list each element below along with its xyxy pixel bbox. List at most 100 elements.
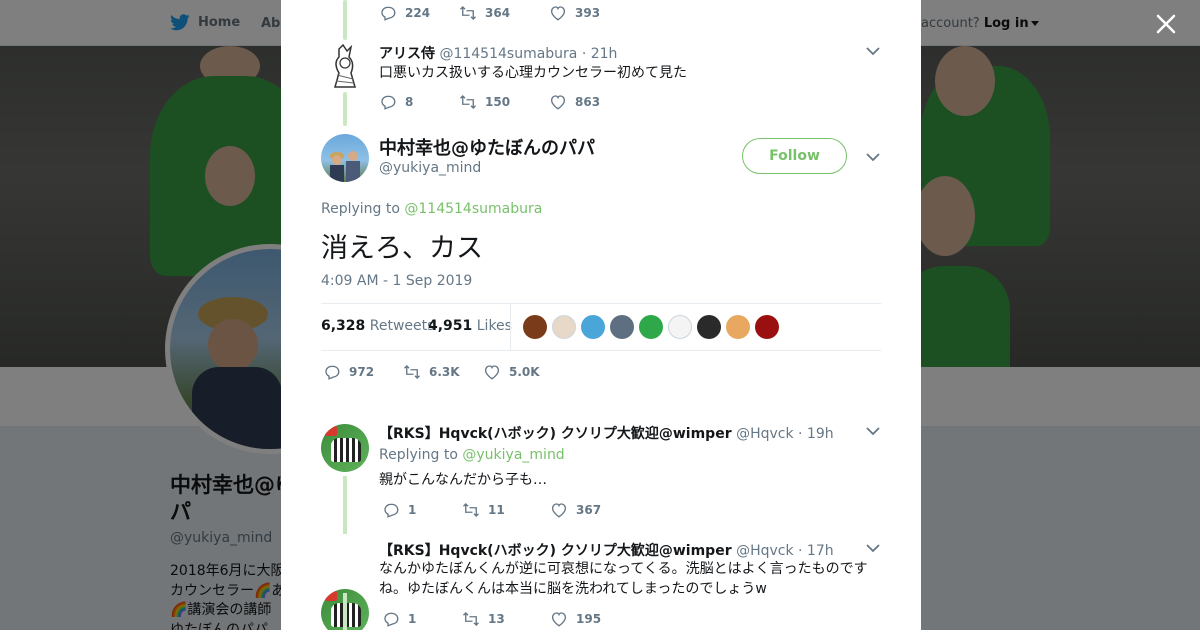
reply-button[interactable]: 224 (379, 4, 459, 22)
retweet-icon (463, 612, 479, 626)
retweet-count: 11 (488, 503, 505, 517)
thread-connector (343, 593, 347, 630)
heart-icon (550, 95, 566, 110)
anime-character-avatar (334, 43, 356, 88)
like-count: 367 (576, 503, 602, 517)
liker-avatar[interactable] (755, 315, 779, 339)
tweet-time[interactable]: · 17h (798, 543, 834, 559)
retweet-icon (463, 503, 479, 517)
author-name[interactable]: アリス侍 (379, 46, 435, 62)
like-count: 393 (575, 6, 601, 20)
parent-tweet-actions: 224 364 393 (379, 4, 600, 22)
reply-button[interactable]: 1 (382, 501, 462, 519)
chevron-down-icon[interactable] (866, 153, 880, 162)
retweet-icon (404, 365, 420, 379)
reply-count: 972 (349, 365, 375, 379)
main-author-name[interactable]: 中村幸也@ゆたぼんのパパ (379, 134, 595, 160)
retweets-count: 6,328 (321, 318, 366, 334)
liker-avatar[interactable] (726, 315, 750, 339)
heart-icon (484, 365, 500, 380)
replying-to-link[interactable]: @yukiya_mind (462, 447, 564, 463)
author-handle[interactable]: @114514sumabura (439, 46, 577, 62)
tweet-stats: 6,328 Retweets 4,951 Likes (321, 303, 881, 351)
tweet-header: アリス侍 @114514sumabura · 21h (379, 43, 617, 63)
like-button[interactable]: 367 (550, 501, 601, 519)
reply-count: 1 (408, 612, 417, 626)
like-button[interactable]: 5.0K (483, 363, 540, 381)
retweets-label: Retweets (369, 318, 435, 334)
reply-button[interactable]: 8 (379, 93, 459, 111)
tweet-time[interactable]: · 21h (582, 46, 618, 62)
main-author-handle[interactable]: @yukiya_mind (379, 160, 481, 176)
tweet-actions: 1 13 195 (382, 610, 601, 628)
reply-button[interactable]: 1 (382, 610, 462, 628)
thread-connector (343, 0, 347, 40)
photo-avatar (330, 151, 360, 182)
reply-author-avatar[interactable] (321, 424, 369, 472)
like-button[interactable]: 195 (550, 610, 601, 628)
reply-icon (381, 95, 396, 110)
replying-to: Replying to @114514sumabura (321, 201, 542, 217)
heart-icon (551, 612, 567, 627)
liker-avatar[interactable] (610, 315, 634, 339)
tweet-header: 【RKS】Hqvck(ハボック) クソリプ大歓迎@wimper @Hqvck ·… (379, 540, 834, 560)
reply-button[interactable]: 972 (323, 363, 403, 381)
like-count: 5.0K (509, 365, 540, 379)
main-author-avatar[interactable] (321, 134, 369, 182)
tweet-text: 親がこんなんだから子も… (379, 472, 547, 488)
liker-avatars (523, 315, 779, 339)
author-name[interactable]: 【RKS】Hqvck(ハボック) クソリプ大歓迎@wimper (379, 543, 732, 559)
close-icon[interactable] (1152, 10, 1180, 38)
likes-label: Likes (476, 318, 512, 334)
reply-count: 8 (405, 95, 414, 109)
main-tweet-actions: 972 6.3K 5.0K (323, 363, 540, 381)
tweet-actions: 1 11 367 (382, 501, 601, 519)
tweet-text: なんかゆたぼんくんが逆に可哀想になってくる。洗脳とはよく言ったものです ね。ゆた… (379, 559, 889, 599)
liker-avatar[interactable] (523, 315, 547, 339)
chevron-down-icon[interactable] (866, 544, 880, 553)
retweet-button[interactable]: 11 (462, 501, 550, 519)
tweet-time[interactable]: · 19h (798, 426, 834, 442)
retweet-icon (460, 95, 476, 109)
heart-icon (550, 6, 566, 21)
author-handle[interactable]: @Hqvck (736, 426, 794, 442)
replying-prefix: Replying to (321, 201, 400, 217)
like-count: 195 (576, 612, 602, 626)
retweet-button[interactable]: 13 (462, 610, 550, 628)
replying-to: Replying to @yukiya_mind (379, 447, 565, 463)
retweet-count: 150 (485, 95, 511, 109)
thread-connector (343, 92, 347, 126)
retweet-icon (460, 6, 476, 20)
chevron-down-icon[interactable] (866, 427, 880, 436)
retweets-stat[interactable]: 6,328 Retweets (321, 318, 434, 334)
reply-icon (384, 503, 399, 518)
like-button[interactable]: 393 (549, 4, 600, 22)
main-tweet-timestamp[interactable]: 4:09 AM - 1 Sep 2019 (321, 273, 472, 289)
author-handle[interactable]: @Hqvck (736, 543, 794, 559)
reply-icon (381, 6, 396, 21)
replying-to-link[interactable]: @114514sumabura (404, 201, 542, 217)
liker-avatar[interactable] (552, 315, 576, 339)
follow-button[interactable]: Follow (742, 138, 847, 174)
tweet-actions: 8 150 863 (379, 93, 600, 111)
chevron-down-icon[interactable] (866, 47, 880, 56)
retweet-button[interactable]: 6.3K (403, 363, 483, 381)
liker-avatar[interactable] (668, 315, 692, 339)
main-tweet-text: 消えろ、カス (321, 233, 483, 264)
author-name[interactable]: 【RKS】Hqvck(ハボック) クソリプ大歓迎@wimper (379, 426, 732, 442)
tweet-text: 口悪いカス扱いする心理カウンセラー初めて見た (379, 65, 687, 81)
replying-prefix: Replying to (379, 447, 458, 463)
retweet-button[interactable]: 150 (459, 93, 549, 111)
likes-stat[interactable]: 4,951 Likes (428, 318, 512, 334)
liker-avatar[interactable] (639, 315, 663, 339)
stats-divider (510, 304, 511, 350)
retweet-count: 13 (488, 612, 505, 626)
retweet-count: 6.3K (429, 365, 460, 379)
like-button[interactable]: 863 (549, 93, 600, 111)
thread-connector (343, 476, 347, 534)
retweet-button[interactable]: 364 (459, 4, 549, 22)
liker-avatar[interactable] (697, 315, 721, 339)
liker-avatar[interactable] (581, 315, 605, 339)
tweet-author-avatar[interactable] (321, 43, 369, 91)
tweet-text-line: ね。ゆたぼんくんは本当に脳を洗われてしまったのでしょうw (379, 581, 767, 597)
